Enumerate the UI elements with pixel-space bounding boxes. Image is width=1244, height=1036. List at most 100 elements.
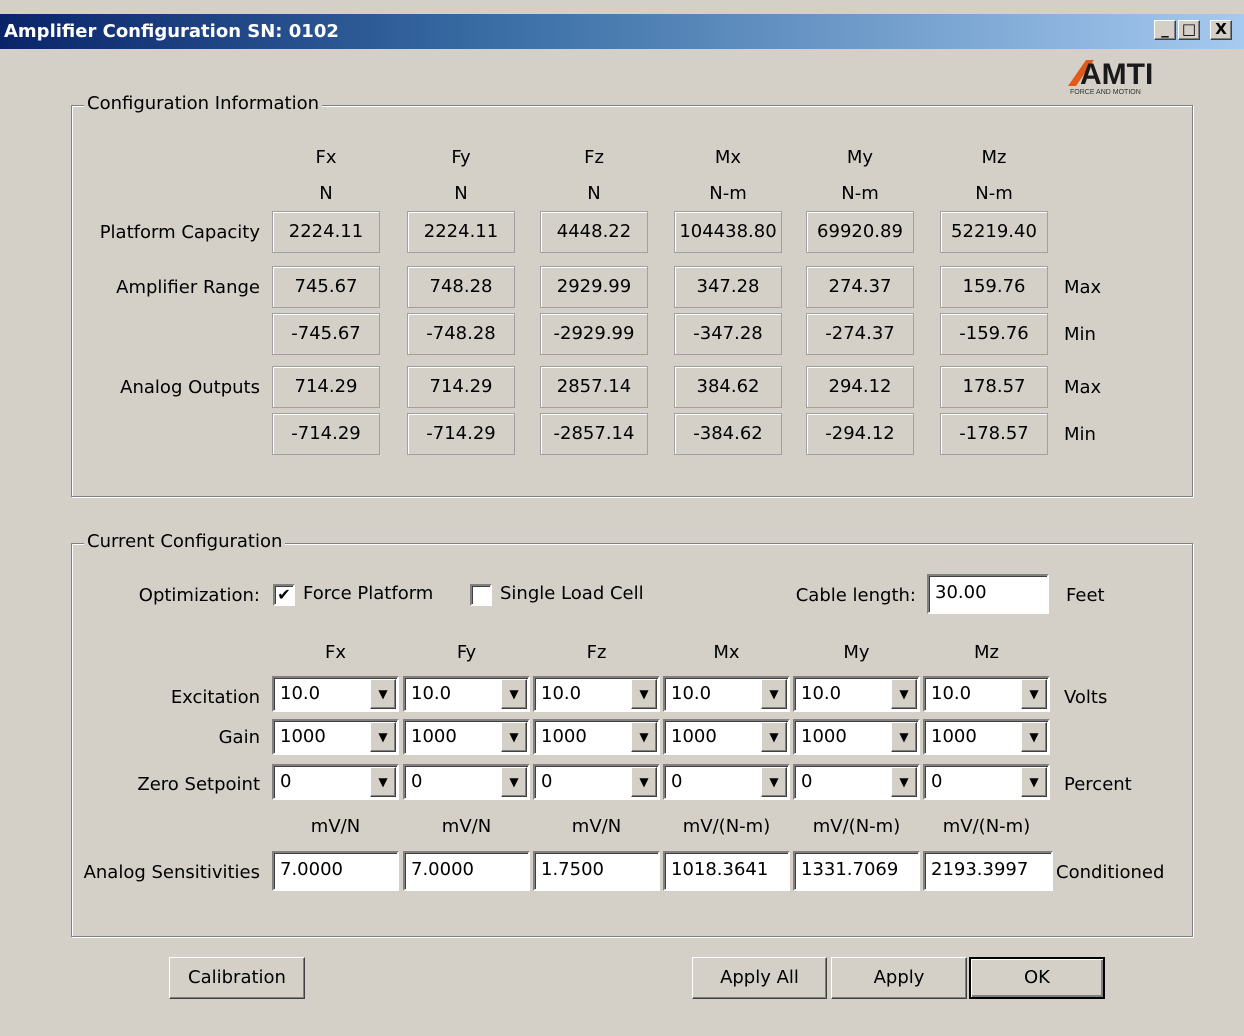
unit-label: N-m (841, 183, 879, 204)
dropdown-arrow-icon[interactable]: ▼ (761, 722, 787, 752)
logo-text: AMTI (1080, 58, 1153, 91)
gain-fx-select[interactable]: 1000 ▼ (272, 719, 399, 755)
analog-outputs-min-fz: -2857.14 (540, 413, 648, 455)
sensitivity-fx-input[interactable]: 7.0000 (272, 851, 399, 891)
maximize-button[interactable]: □ (1178, 20, 1200, 40)
group-title: Current Configuration (84, 531, 286, 552)
sensitivity-mx-input[interactable]: 1018.3641 (663, 851, 790, 891)
cable-length-input[interactable]: 30.00 (927, 574, 1049, 614)
analog-outputs-min-fy: -714.29 (407, 413, 515, 455)
amplifier-range-min-mz: -159.76 (940, 313, 1048, 355)
single-load-cell-label[interactable]: Single Load Cell (500, 583, 644, 604)
excitation-mx-select[interactable]: 10.0 ▼ (663, 676, 790, 712)
cable-length-unit: Feet (1066, 585, 1105, 606)
platform-capacity-fy: 2224.11 (407, 211, 515, 253)
excitation-mz-select[interactable]: 10.0 ▼ (923, 676, 1050, 712)
zero-setpoint-my-select[interactable]: 0 ▼ (793, 764, 920, 800)
select-value: 1000 (280, 726, 326, 747)
excitation-my-select[interactable]: 10.0 ▼ (793, 676, 920, 712)
platform-capacity-label: Platform Capacity (99, 222, 260, 243)
select-value: 0 (671, 771, 683, 792)
conditioned-label: Conditioned (1056, 862, 1165, 883)
gain-fy-select[interactable]: 1000 ▼ (403, 719, 530, 755)
close-button[interactable]: X (1210, 20, 1232, 40)
unit-label: N-m (709, 183, 747, 204)
sensitivity-unit: mV/(N-m) (942, 816, 1031, 837)
amplifier-range-max-fy: 748.28 (407, 266, 515, 308)
apply-all-button[interactable]: Apply All (692, 957, 827, 999)
calibration-button[interactable]: Calibration (169, 957, 305, 999)
force-platform-label[interactable]: Force Platform (303, 583, 433, 604)
analog-outputs-min-mx: -384.62 (674, 413, 782, 455)
column-header: Mx (713, 642, 740, 663)
column-header: Fy (451, 147, 471, 168)
zero-setpoint-mx-select[interactable]: 0 ▼ (663, 764, 790, 800)
dropdown-arrow-icon[interactable]: ▼ (501, 679, 527, 709)
excitation-fx-select[interactable]: 10.0 ▼ (272, 676, 399, 712)
dropdown-arrow-icon[interactable]: ▼ (1021, 722, 1047, 752)
dropdown-arrow-icon[interactable]: ▼ (631, 679, 657, 709)
zero-setpoint-mz-select[interactable]: 0 ▼ (923, 764, 1050, 800)
analog-outputs-label: Analog Outputs (120, 377, 260, 398)
dropdown-arrow-icon[interactable]: ▼ (370, 722, 396, 752)
analog-outputs-min-mz: -178.57 (940, 413, 1048, 455)
analog-outputs-max-mz: 178.57 (940, 366, 1048, 408)
dropdown-arrow-icon[interactable]: ▼ (891, 767, 917, 797)
sensitivity-fy-input[interactable]: 7.0000 (403, 851, 530, 891)
platform-capacity-my: 69920.89 (806, 211, 914, 253)
dropdown-arrow-icon[interactable]: ▼ (370, 767, 396, 797)
select-value: 10.0 (411, 683, 452, 704)
dropdown-arrow-icon[interactable]: ▼ (891, 722, 917, 752)
zero-setpoint-unit: Percent (1064, 774, 1132, 795)
dropdown-arrow-icon[interactable]: ▼ (1021, 767, 1047, 797)
dropdown-arrow-icon[interactable]: ▼ (891, 679, 917, 709)
select-value: 1000 (801, 726, 847, 747)
sensitivity-unit: mV/(N-m) (812, 816, 901, 837)
sensitivity-unit: mV/N (310, 816, 361, 837)
select-value: 10.0 (671, 683, 712, 704)
excitation-fz-select[interactable]: 10.0 ▼ (533, 676, 660, 712)
single-load-cell-checkbox[interactable] (470, 584, 492, 606)
column-header: Fx (324, 642, 346, 663)
max-label: Max (1064, 277, 1102, 298)
column-header: Fz (586, 642, 607, 663)
platform-capacity-mx: 104438.80 (674, 211, 782, 253)
amti-logo: AMTI FORCE AND MOTION (1068, 58, 1153, 96)
select-value: 0 (541, 771, 553, 792)
zero-setpoint-fy-select[interactable]: 0 ▼ (403, 764, 530, 800)
analog-outputs-max-fz: 2857.14 (540, 366, 648, 408)
sensitivity-unit: mV/N (571, 816, 622, 837)
platform-capacity-fx: 2224.11 (272, 211, 380, 253)
sensitivity-mz-input[interactable]: 2193.3997 (923, 851, 1053, 891)
zero-setpoint-fx-select[interactable]: 0 ▼ (272, 764, 399, 800)
amplifier-range-min-fz: -2929.99 (540, 313, 648, 355)
amplifier-range-min-fx: -745.67 (272, 313, 380, 355)
dropdown-arrow-icon[interactable]: ▼ (501, 767, 527, 797)
gain-mz-select[interactable]: 1000 ▼ (923, 719, 1050, 755)
platform-capacity-fz: 4448.22 (540, 211, 648, 253)
excitation-fy-select[interactable]: 10.0 ▼ (403, 676, 530, 712)
optimization-label: Optimization: (138, 585, 260, 606)
dropdown-arrow-icon[interactable]: ▼ (761, 679, 787, 709)
gain-fz-select[interactable]: 1000 ▼ (533, 719, 660, 755)
minimize-button[interactable]: _ (1154, 20, 1176, 40)
dropdown-arrow-icon[interactable]: ▼ (631, 722, 657, 752)
zero-setpoint-fz-select[interactable]: 0 ▼ (533, 764, 660, 800)
select-value: 0 (411, 771, 423, 792)
amplifier-range-max-my: 274.37 (806, 266, 914, 308)
gain-my-select[interactable]: 1000 ▼ (793, 719, 920, 755)
dropdown-arrow-icon[interactable]: ▼ (761, 767, 787, 797)
dropdown-arrow-icon[interactable]: ▼ (1021, 679, 1047, 709)
dropdown-arrow-icon[interactable]: ▼ (631, 767, 657, 797)
unit-label: N-m (975, 183, 1013, 204)
force-platform-checkbox[interactable]: ✔ (273, 584, 295, 606)
dropdown-arrow-icon[interactable]: ▼ (370, 679, 396, 709)
sensitivity-fz-input[interactable]: 1.7500 (533, 851, 660, 891)
ok-button[interactable]: OK (969, 957, 1105, 999)
column-header: Mz (974, 642, 999, 663)
column-header: Fz (584, 147, 604, 168)
gain-mx-select[interactable]: 1000 ▼ (663, 719, 790, 755)
sensitivity-my-input[interactable]: 1331.7069 (793, 851, 920, 891)
dropdown-arrow-icon[interactable]: ▼ (501, 722, 527, 752)
apply-button[interactable]: Apply (831, 957, 967, 999)
